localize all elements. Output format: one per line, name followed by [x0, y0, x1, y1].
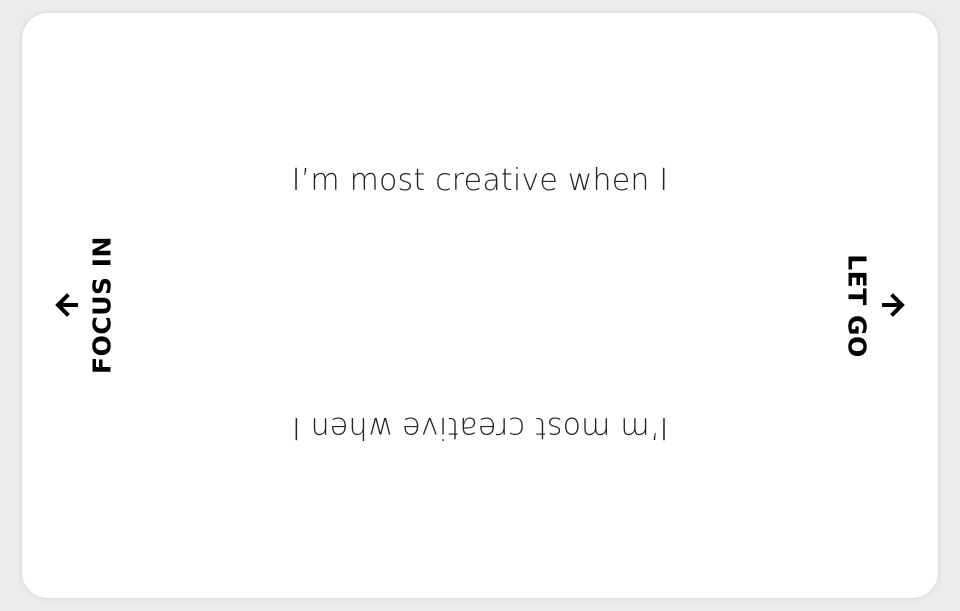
prompt-card [22, 13, 938, 598]
prompt-text: I’m most creative when I [291, 163, 669, 198]
let-go-label[interactable]: LET GO [843, 254, 872, 358]
focus-in-label[interactable]: FOCUS IN [88, 236, 117, 374]
prompt-text-inverted: I’m most creative when I [291, 410, 669, 445]
arrow-right-icon[interactable] [878, 290, 908, 320]
arrow-left-icon[interactable] [52, 290, 82, 320]
page: I’m most creative when I I’m most creati… [0, 0, 960, 611]
